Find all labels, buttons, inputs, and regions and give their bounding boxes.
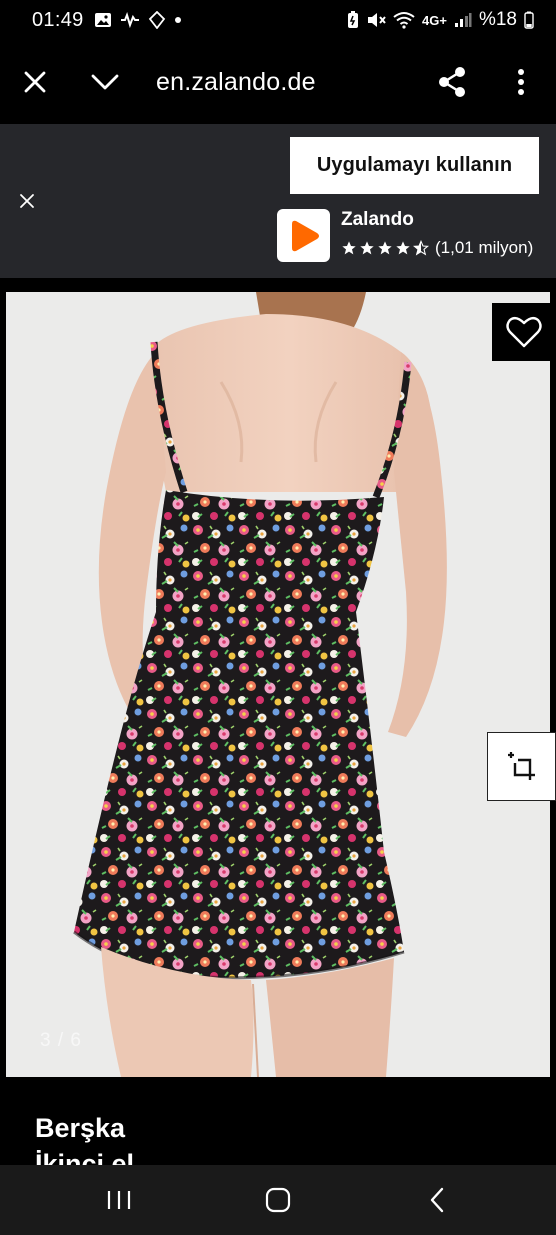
app-name: Zalando bbox=[341, 209, 414, 230]
image-counter: 3 / 6 bbox=[40, 1030, 82, 1051]
wifi-icon bbox=[393, 11, 415, 29]
close-icon bbox=[24, 71, 46, 93]
use-app-button[interactable]: Uygulamayı kullanın bbox=[290, 137, 539, 194]
share-icon bbox=[439, 67, 465, 97]
recent-apps-icon bbox=[108, 1191, 131, 1209]
url-bar[interactable]: en.zalando.de bbox=[156, 68, 316, 97]
more-options-button[interactable] bbox=[506, 62, 536, 102]
network-type-icon: 4G+ bbox=[422, 12, 447, 28]
chevron-down-icon bbox=[91, 74, 119, 90]
home-button[interactable] bbox=[238, 1170, 318, 1230]
rating-stars bbox=[341, 240, 429, 256]
mute-icon bbox=[366, 11, 386, 29]
status-time: 01:49 bbox=[32, 8, 84, 31]
minimize-button[interactable] bbox=[70, 40, 140, 124]
star-icon bbox=[396, 241, 410, 255]
system-navigation-bar bbox=[0, 1165, 556, 1235]
browser-toolbar: en.zalando.de bbox=[0, 40, 556, 124]
battery-percentage: %18 bbox=[478, 9, 517, 30]
back-button[interactable] bbox=[397, 1170, 477, 1230]
heart-icon bbox=[506, 316, 542, 348]
gallery-icon bbox=[94, 12, 112, 28]
find-similar-button[interactable] bbox=[487, 732, 556, 801]
half-star-icon bbox=[413, 240, 429, 256]
crop-sparkle-icon bbox=[507, 751, 535, 780]
activity-icon bbox=[120, 12, 140, 28]
recent-apps-button[interactable] bbox=[79, 1170, 159, 1230]
star-icon bbox=[342, 241, 356, 255]
kebab-menu-icon bbox=[518, 69, 524, 95]
product-image[interactable] bbox=[6, 292, 550, 1077]
product-condition: İkinci el bbox=[35, 1149, 135, 1165]
close-tab-button[interactable] bbox=[0, 40, 70, 124]
product-photo bbox=[6, 292, 550, 1077]
rating-count: (1,01 milyon) bbox=[435, 238, 534, 257]
signal-icon bbox=[454, 12, 472, 28]
app-rating: (1,01 milyon) bbox=[341, 238, 533, 258]
banner-close-button[interactable] bbox=[12, 186, 42, 216]
brand-name[interactable]: Berşka bbox=[35, 1113, 125, 1144]
star-icon bbox=[378, 241, 392, 255]
zalando-play-icon bbox=[291, 220, 319, 251]
wishlist-button[interactable] bbox=[492, 303, 556, 361]
zalando-logo bbox=[277, 209, 330, 262]
dot-icon bbox=[174, 16, 182, 24]
share-button[interactable] bbox=[430, 62, 474, 102]
battery-saver-icon bbox=[347, 11, 359, 29]
star-icon bbox=[360, 241, 374, 255]
battery-icon bbox=[524, 11, 534, 29]
notification-icons bbox=[94, 11, 182, 29]
home-icon bbox=[265, 1187, 291, 1213]
back-icon bbox=[430, 1187, 443, 1213]
close-icon bbox=[20, 194, 34, 208]
product-info: Berşka İkinci el bbox=[0, 1077, 556, 1165]
status-bar: 01:49 4G+ %18 bbox=[0, 0, 556, 40]
location-icon bbox=[148, 11, 166, 29]
